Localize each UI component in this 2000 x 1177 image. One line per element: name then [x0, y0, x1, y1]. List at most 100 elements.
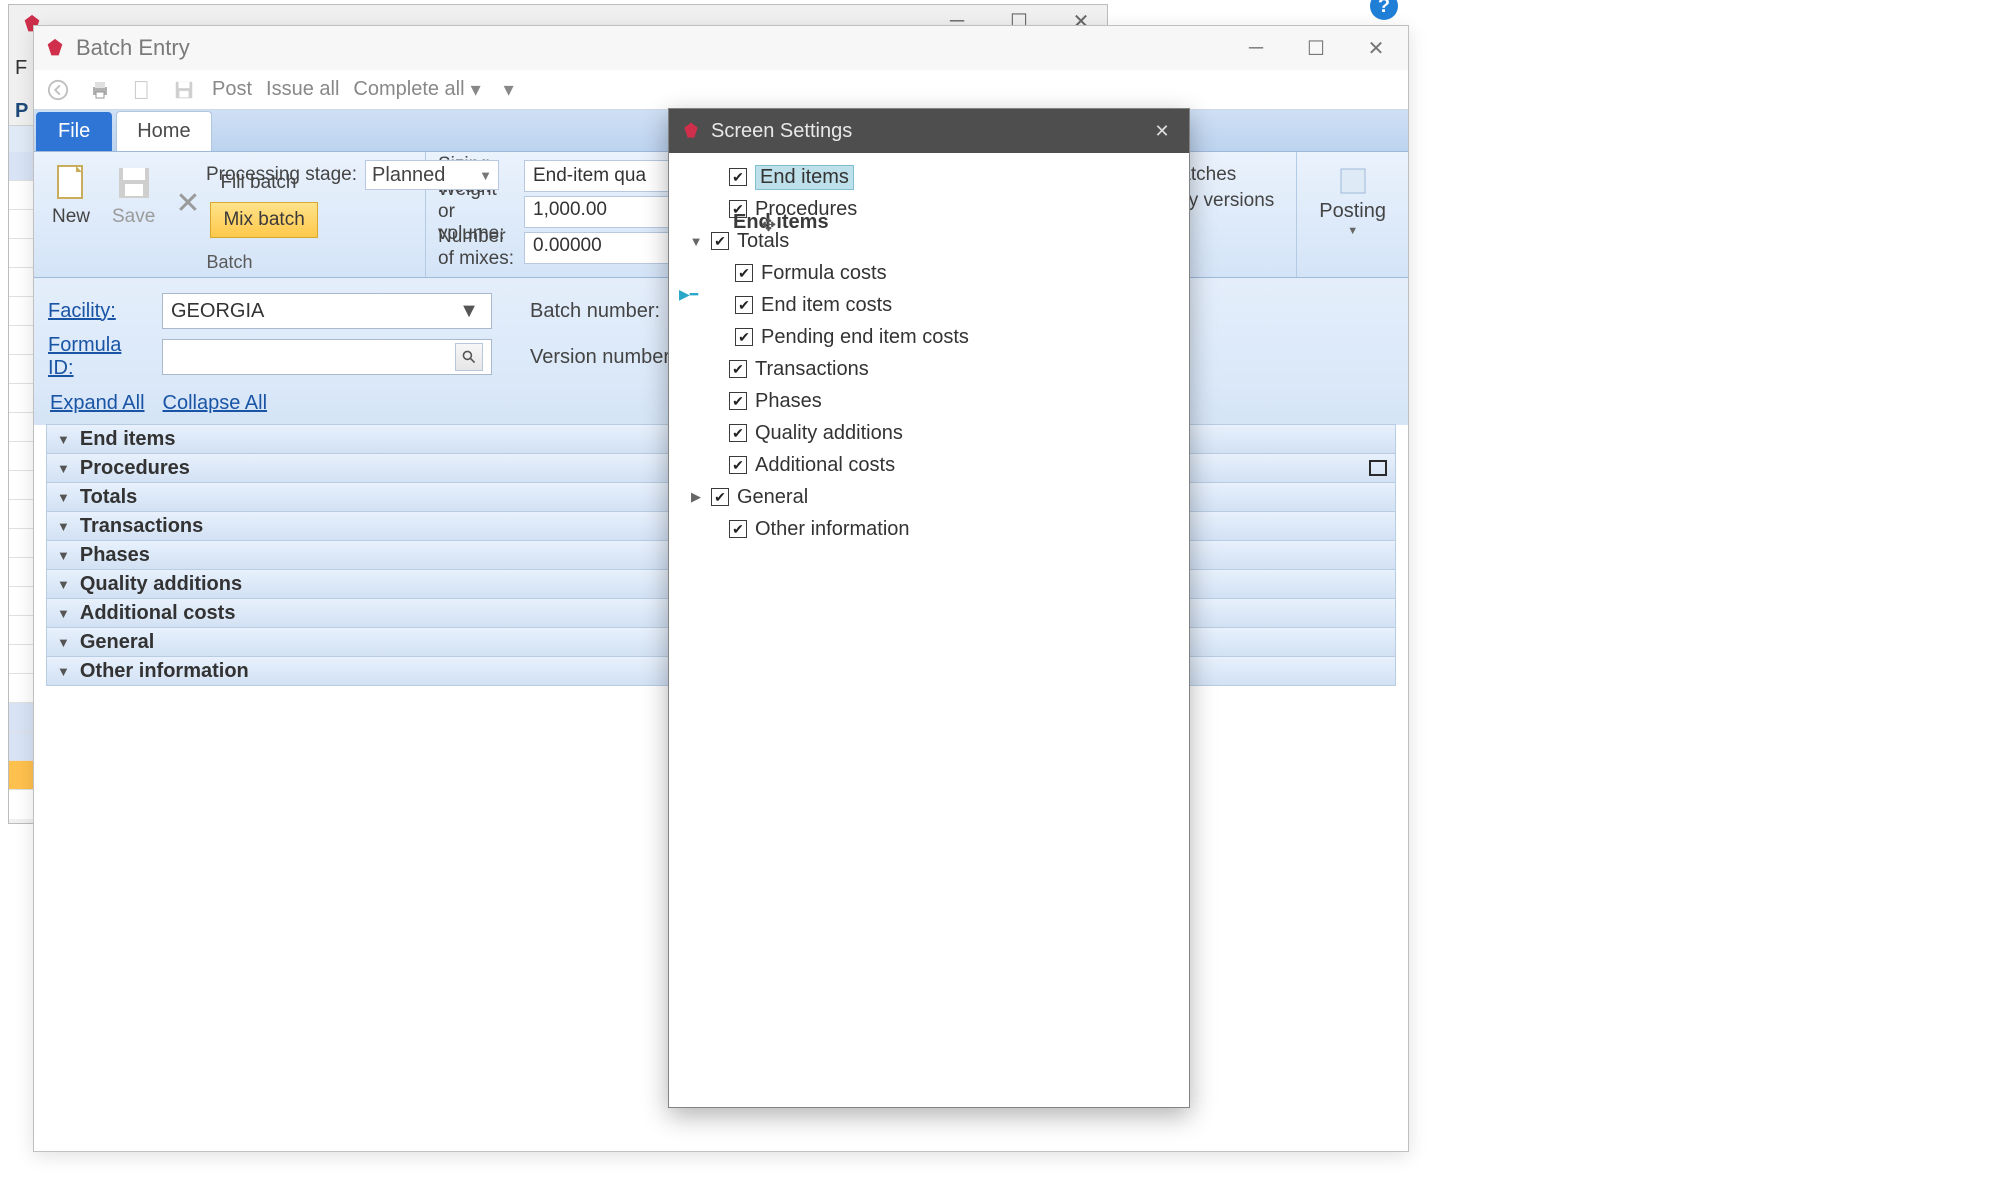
window-title: Batch Entry: [76, 35, 190, 61]
chevron-down-icon: ▼: [1347, 225, 1358, 237]
processing-stage-value: Planned: [372, 164, 445, 187]
tree-item-quality-additions[interactable]: ✔ Quality additions: [679, 417, 1179, 449]
tree-label: End items: [755, 165, 854, 190]
formula-id-label[interactable]: Formula ID:: [48, 334, 148, 380]
checkbox[interactable]: ✔: [735, 296, 753, 314]
new-doc-icon[interactable]: [128, 76, 156, 104]
tab-file[interactable]: File: [36, 112, 112, 151]
checkbox[interactable]: ✔: [711, 488, 729, 506]
chevron-down-icon: ▼: [57, 664, 70, 679]
posting-icon: [1336, 164, 1370, 198]
close-button[interactable]: ✕: [1354, 31, 1398, 65]
checkbox[interactable]: ✔: [729, 456, 747, 474]
section-label: Totals: [80, 486, 137, 509]
discard-icon[interactable]: ✕: [171, 184, 204, 223]
parent-menu-p: P: [15, 100, 28, 123]
tree-label: Pending end item costs: [761, 326, 969, 349]
save-label: Save: [112, 206, 155, 228]
new-label: New: [52, 206, 90, 228]
checkbox[interactable]: ✔: [729, 168, 747, 186]
new-doc-icon: [50, 162, 92, 204]
chevron-right-icon[interactable]: ▶: [689, 489, 703, 505]
dialog-titlebar: Screen Settings ✕: [669, 109, 1189, 153]
minimize-button[interactable]: ─: [1234, 31, 1278, 65]
checkbox[interactable]: ✔: [735, 328, 753, 346]
formula-id-lookup[interactable]: [162, 339, 492, 375]
tree-item-end-item-costs[interactable]: ✔ End item costs: [679, 289, 1179, 321]
save-button[interactable]: Save: [108, 158, 159, 232]
checkbox[interactable]: ✔: [711, 232, 729, 250]
checkbox[interactable]: ✔: [729, 200, 747, 218]
post-button[interactable]: Post: [212, 78, 252, 101]
tree-label: Formula costs: [761, 262, 887, 285]
processing-stage-label: Processing stage:: [206, 164, 357, 186]
mix-batch-button[interactable]: Mix batch: [210, 202, 317, 238]
tab-home[interactable]: Home: [116, 111, 211, 151]
customize-qat-icon[interactable]: ▾: [495, 76, 523, 104]
weight-or-volume-input[interactable]: 1,000.00: [524, 196, 674, 228]
app-logo-icon: [681, 121, 701, 141]
chevron-down-icon: ▼: [57, 490, 70, 505]
chevron-down-icon: ▼: [57, 577, 70, 592]
processing-stage-select[interactable]: Planned ▼: [365, 160, 499, 190]
screen-settings-dialog: Screen Settings ✕ ✔ End items ✔ Procedur…: [668, 108, 1190, 1108]
help-icon[interactable]: ?: [1370, 0, 1398, 20]
checkbox[interactable]: ✔: [729, 520, 747, 538]
posting-button[interactable]: Posting ▼: [1309, 158, 1396, 243]
chevron-down-icon: ▼: [57, 606, 70, 621]
checkbox[interactable]: ✔: [729, 392, 747, 410]
sizing-mode-select[interactable]: End-item qua: [524, 160, 674, 192]
titlebar: Batch Entry ─ ☐ ✕: [34, 26, 1408, 70]
maximize-section-icon[interactable]: [1369, 460, 1387, 476]
facility-combo[interactable]: GEORGIA ▼: [162, 293, 492, 329]
grab-cursor-icon: ✥: [761, 215, 776, 236]
tree-item-additional-costs[interactable]: ✔ Additional costs: [679, 449, 1179, 481]
tree-label: End item costs: [761, 294, 892, 317]
tree-item-phases[interactable]: ✔ Phases: [679, 385, 1179, 417]
maximize-button[interactable]: ☐: [1294, 31, 1338, 65]
chevron-down-icon: ▼: [455, 300, 483, 323]
tree-item-procedures[interactable]: ✔ Procedures: [679, 193, 1179, 225]
tree-item-end-items[interactable]: ✔ End items: [679, 161, 1179, 193]
issue-all-button[interactable]: Issue all: [266, 78, 339, 101]
parent-menu-f: F: [15, 57, 27, 80]
save-icon: [113, 162, 155, 204]
chevron-down-icon: ▼: [57, 635, 70, 650]
search-icon[interactable]: [455, 343, 483, 371]
checkbox[interactable]: ✔: [729, 360, 747, 378]
app-logo-icon: [44, 37, 66, 59]
version-number-label: Version number:: [530, 346, 690, 369]
complete-all-label: Complete all: [353, 78, 464, 101]
tree-item-pending-end-item-costs[interactable]: ✔ Pending end item costs: [679, 321, 1179, 353]
ribbon-group-batch-caption: Batch: [46, 252, 413, 275]
chevron-down-icon: ▼: [57, 519, 70, 534]
tree-item-other-information[interactable]: ✔ Other information: [679, 513, 1179, 545]
print-icon[interactable]: [86, 76, 114, 104]
tree-item-totals[interactable]: ▼ ✔ Totals End items ✥: [679, 225, 1179, 257]
number-of-mixes-input[interactable]: 0.00000: [524, 232, 674, 264]
batch-number-label: Batch number:: [530, 300, 680, 323]
new-button[interactable]: New: [46, 158, 96, 232]
tree-label: Quality additions: [755, 422, 903, 445]
tree-item-transactions[interactable]: ✔ Transactions: [679, 353, 1179, 385]
settings-tree: ✔ End items ✔ Procedures ▶━ ▼ ✔ Totals E…: [669, 153, 1189, 553]
section-label: Other information: [80, 660, 249, 683]
dialog-close-button[interactable]: ✕: [1147, 116, 1177, 146]
tree-item-general[interactable]: ▶ ✔ General: [679, 481, 1179, 513]
chevron-down-icon[interactable]: ▼: [689, 234, 703, 249]
back-icon[interactable]: [44, 76, 72, 104]
section-label: General: [80, 631, 154, 654]
checkbox[interactable]: ✔: [735, 264, 753, 282]
tree-label: Additional costs: [755, 454, 895, 477]
collapse-all-link[interactable]: Collapse All: [163, 392, 268, 415]
tree-item-formula-costs[interactable]: ✔ Formula costs: [679, 257, 1179, 289]
checkbox[interactable]: ✔: [729, 424, 747, 442]
facility-label[interactable]: Facility:: [48, 300, 148, 323]
chevron-down-icon: ▾: [471, 77, 481, 102]
expand-all-link[interactable]: Expand All: [50, 392, 145, 415]
tree-label: Transactions: [755, 358, 869, 381]
complete-all-button[interactable]: Complete all ▾: [353, 77, 480, 102]
dialog-title: Screen Settings: [711, 120, 852, 143]
section-label: End items: [80, 428, 176, 451]
save-icon[interactable]: [170, 76, 198, 104]
